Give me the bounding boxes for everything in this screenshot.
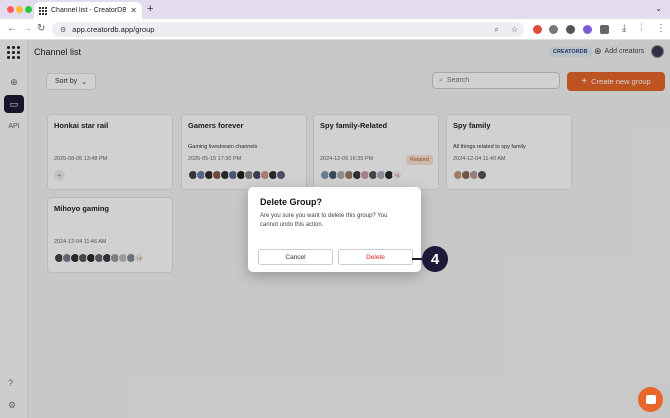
profile-icon[interactable]: ⁞ <box>640 23 643 34</box>
address-url: app.creatordb.app/group <box>72 25 155 34</box>
puzzle-extensions-icon[interactable] <box>600 25 609 34</box>
browser-toolbar: ← → ↻ ⚙ app.creatordb.app/group ⌕ ☆ ⤓ ⁞ … <box>0 19 670 40</box>
download-icon[interactable]: ⤓ <box>622 23 626 34</box>
tab-title: Channel list - CreatorDB <box>51 7 127 14</box>
step-pointer-line <box>412 258 422 260</box>
step-number-badge: 4 <box>422 246 448 272</box>
maximize-window-icon[interactable] <box>25 6 32 13</box>
close-window-icon[interactable] <box>7 6 14 13</box>
new-tab-button[interactable]: + <box>147 3 153 15</box>
extension-icon[interactable] <box>566 25 575 34</box>
forward-arrow-icon[interactable]: → <box>22 23 32 34</box>
close-tab-icon[interactable]: ✕ <box>130 6 137 15</box>
chat-support-button[interactable] <box>638 387 663 412</box>
zoom-icon[interactable]: ⌕ <box>494 25 498 35</box>
bookmark-star-icon[interactable]: ☆ <box>511 25 518 34</box>
dialog-message: Are you sure you want to delete this gro… <box>260 213 388 228</box>
chat-bubble-icon <box>645 395 656 404</box>
creatordb-favicon-icon <box>39 6 47 15</box>
browser-menu-icon[interactable]: ⋮ <box>656 23 666 34</box>
tab-search-chevron-icon[interactable]: ⌄ <box>655 4 662 13</box>
minimize-window-icon[interactable] <box>16 6 23 13</box>
extension-icon[interactable] <box>533 25 542 34</box>
site-info-icon[interactable]: ⚙ <box>60 26 66 34</box>
extension-icon[interactable] <box>549 25 558 34</box>
delete-group-dialog: Delete Group? Are you sure you want to d… <box>248 187 421 272</box>
back-arrow-icon[interactable]: ← <box>7 23 17 34</box>
extension-icon[interactable] <box>583 25 592 34</box>
cancel-button[interactable]: Cancel <box>258 249 333 265</box>
browser-tab-active[interactable]: Channel list - CreatorDB ✕ <box>34 2 142 19</box>
browser-tab-bar: Channel list - CreatorDB ✕ + ⌄ <box>0 0 670 19</box>
dialog-title: Delete Group? <box>260 197 323 207</box>
reload-icon[interactable]: ↻ <box>37 23 45 34</box>
address-bar[interactable]: ⚙ app.creatordb.app/group ⌕ ☆ <box>52 22 524 37</box>
delete-button[interactable]: Delete <box>338 249 413 265</box>
